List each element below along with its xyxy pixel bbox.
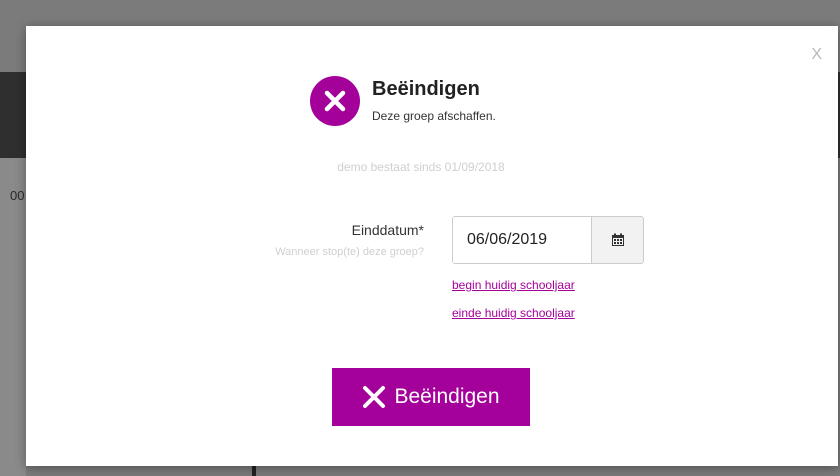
modal-subtitle: Deze groep afschaffen.: [372, 109, 496, 123]
modal-title: Beëindigen: [372, 78, 480, 100]
background-sidebar: [0, 158, 26, 476]
group-since-text: demo bestaat sinds 01/09/2018: [337, 160, 505, 174]
begin-school-year-link[interactable]: begin huidig schooljaar: [452, 278, 575, 292]
end-date-label-group: Einddatum* Wanneer stop(te) deze groep?: [275, 222, 424, 258]
end-group-button-label: Beëindigen: [394, 385, 500, 408]
calendar-button[interactable]: [591, 217, 643, 263]
end-group-modal: X Beëindigen Deze groep afschaffen. demo…: [26, 26, 838, 466]
calendar-icon: [611, 233, 624, 246]
end-group-button[interactable]: Beëindigen: [332, 368, 530, 426]
end-school-year-link[interactable]: einde huidig schooljaar: [452, 306, 575, 320]
end-date-input[interactable]: [453, 217, 591, 263]
close-button[interactable]: X: [811, 46, 822, 64]
end-date-label: Einddatum*: [351, 222, 424, 238]
background-mark: [252, 466, 256, 476]
x-circle-icon: [310, 76, 360, 126]
background-fragment-text: 00: [10, 188, 25, 203]
modal-header: Beëindigen Deze groep afschaffen.: [310, 76, 496, 126]
end-date-picker: [452, 216, 644, 264]
end-date-help: Wanneer stop(te) deze groep?: [275, 246, 424, 258]
x-icon: [363, 386, 386, 408]
